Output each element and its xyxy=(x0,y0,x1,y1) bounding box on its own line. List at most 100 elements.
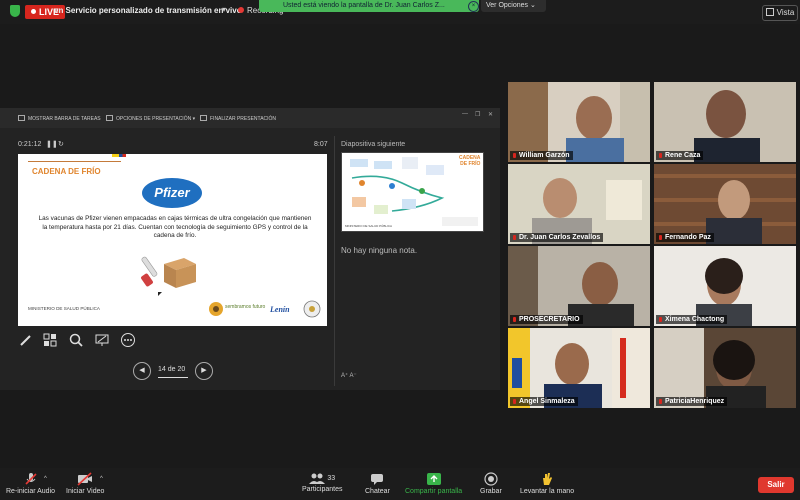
next-slide-label: Diapositiva siguiente xyxy=(341,141,406,148)
share-screen-icon xyxy=(426,473,441,485)
speaker-notes: No hay ninguna nota. xyxy=(341,246,418,255)
participant-tile[interactable]: Ximena Chactong xyxy=(654,246,796,326)
thermometer-box-icon xyxy=(141,256,196,288)
participant-tile[interactable]: PatriciaHenriquez xyxy=(654,328,796,408)
screen-share-banner: Usted está viendo la pantalla de Dr. Jua… xyxy=(259,0,479,12)
show-taskbar-button[interactable]: MOSTRAR BARRA DE TAREAS xyxy=(18,115,101,122)
start-video-button[interactable]: Iniciar Video xyxy=(66,472,104,495)
participant-name: Rene Caza xyxy=(656,151,704,160)
live-dot-icon xyxy=(31,9,36,14)
chat-label: Chatear xyxy=(365,488,390,495)
participants-icon-wrap: 33 xyxy=(302,472,342,486)
video-feed xyxy=(508,82,650,162)
share-screen-button[interactable]: Compartir pantalla xyxy=(405,472,462,495)
slide-body-text: Las vacunas de Pfizer vienen empacadas e… xyxy=(38,215,312,240)
participant-name-text: William Garzón xyxy=(519,152,570,159)
participant-tile[interactable]: William Garzón xyxy=(508,82,650,162)
muted-mic-icon xyxy=(659,153,662,158)
raise-hand-button[interactable]: Levantar la mano xyxy=(520,472,574,495)
minimize-icon[interactable]: — xyxy=(462,111,468,117)
view-button-label: Vista xyxy=(776,8,795,17)
raise-hand-label: Levantar la mano xyxy=(520,488,575,495)
font-size-controls[interactable]: A⁺ A⁻ xyxy=(341,372,357,379)
record-icon xyxy=(484,472,498,486)
slide-title: CADENA DE FRÍO xyxy=(32,167,101,176)
participant-name: Fernando Paz xyxy=(656,233,714,242)
previous-slide-button[interactable]: ◀ xyxy=(133,362,151,380)
muted-mic-icon xyxy=(659,399,662,404)
zoom-icon[interactable] xyxy=(68,332,84,348)
stream-service-title[interactable]: en Servicio personalizado de transmisión… xyxy=(54,6,242,15)
record-button[interactable]: Grabar xyxy=(480,472,502,495)
close-icon[interactable]: ✕ xyxy=(488,111,493,118)
meeting-controls-bar: Re-iniciar Audio ^ Iniciar Video ^ 33 Pa… xyxy=(0,468,800,500)
participant-count: 33 xyxy=(327,475,336,482)
muted-mic-icon xyxy=(659,317,662,322)
clock: 8:07 xyxy=(314,141,328,148)
restore-icon[interactable]: ❐ xyxy=(475,111,480,118)
participant-name: Ximena Chactong xyxy=(656,315,728,324)
participant-name-text: Fernando Paz xyxy=(665,234,711,241)
participant-name: William Garzón xyxy=(510,151,573,160)
participants-button[interactable]: 33 Participantes xyxy=(302,472,342,493)
pen-icon[interactable] xyxy=(18,332,34,348)
leave-meeting-button[interactable]: Salir xyxy=(758,477,794,493)
participant-tile[interactable]: Angel Sinmaleza xyxy=(508,328,650,408)
participant-tile[interactable]: Fernando Paz xyxy=(654,164,796,244)
elapsed-timer: 0:21:12 xyxy=(18,141,42,148)
pfizer-logo: Pfizer xyxy=(142,178,202,208)
presenter-toolbar: MOSTRAR BARRA DE TAREAS OPCIONES DE PRES… xyxy=(0,108,500,128)
participant-name-text: Ximena Chactong xyxy=(665,316,725,323)
presentation-options-button[interactable]: OPCIONES DE PRESENTACIÓN ▾ xyxy=(106,115,195,122)
show-taskbar-label: MOSTRAR BARRA DE TAREAS xyxy=(28,116,101,122)
participant-name-text: Angel Sinmaleza xyxy=(519,398,575,405)
end-presentation-button[interactable]: FINALIZAR PRESENTACIÓN xyxy=(200,115,276,122)
page-indicator: 14 de 20 xyxy=(158,366,186,373)
next-slide-thumbnail[interactable]: CADENA DE FRÍO MINISTERIO DE SALUD PÚBLIC… xyxy=(341,152,484,232)
participant-name: Angel Sinmaleza xyxy=(510,397,578,406)
participant-name-text: Rene Caza xyxy=(665,152,701,159)
start-video-label: Iniciar Video xyxy=(66,488,105,495)
video-feed xyxy=(654,164,796,244)
ministry-label: MINISTERIO DE SALUD PÚBLICA xyxy=(28,306,100,311)
record-dot-icon xyxy=(238,7,244,13)
participant-tile[interactable]: PROSECRETARIO xyxy=(508,246,650,326)
reset-icon[interactable]: ↻ xyxy=(58,140,64,148)
end-presentation-label: FINALIZAR PRESENTACIÓN xyxy=(210,116,277,122)
video-feed xyxy=(508,246,650,326)
mouse-cursor-icon xyxy=(158,292,162,296)
close-icon[interactable]: × xyxy=(468,1,479,12)
view-button[interactable]: Vista xyxy=(762,5,798,21)
shield-icon[interactable] xyxy=(10,5,20,17)
chat-button[interactable]: Chatear xyxy=(365,472,390,495)
next-slide-button[interactable]: ▶ xyxy=(195,362,213,380)
more-icon[interactable] xyxy=(120,332,136,348)
rejoin-audio-button[interactable]: Re-iniciar Audio xyxy=(6,472,55,495)
next-slide-title: CADENA DE FRÍO xyxy=(459,155,480,167)
participant-tile-active-speaker[interactable]: Dr. Juan Carlos Zevallos xyxy=(508,164,650,244)
chevron-up-icon[interactable]: ^ xyxy=(44,476,47,482)
participant-tile[interactable]: Rene Caza xyxy=(654,82,796,162)
muted-mic-icon xyxy=(513,399,516,404)
top-bar: LIVE en Servicio personalizado de transm… xyxy=(0,0,800,24)
people-icon xyxy=(309,473,326,485)
slides-grid-icon[interactable] xyxy=(42,332,58,348)
muted-mic-icon xyxy=(513,317,516,322)
view-options-button[interactable]: Ver Opciones ⌄ xyxy=(481,0,546,12)
partner-logos: sembramos futuro Lenín xyxy=(209,300,321,318)
video-feed xyxy=(508,164,650,244)
pause-icon[interactable]: ❚❚ xyxy=(46,140,58,148)
participant-name-text: PROSECRETARIO xyxy=(519,316,580,323)
muted-mic-icon xyxy=(513,153,516,158)
participant-name: Dr. Juan Carlos Zevallos xyxy=(510,233,604,242)
chevron-up-icon[interactable]: ^ xyxy=(100,476,103,482)
laser-icon[interactable] xyxy=(94,332,110,348)
video-feed xyxy=(654,246,796,326)
options-icon xyxy=(106,115,113,121)
video-feed xyxy=(654,82,796,162)
record-label: Grabar xyxy=(480,488,502,495)
chevron-down-icon[interactable]: ▾ xyxy=(222,5,226,14)
chat-icon xyxy=(371,474,384,485)
share-screen-label: Compartir pantalla xyxy=(405,488,463,495)
panel-divider[interactable] xyxy=(334,136,335,386)
